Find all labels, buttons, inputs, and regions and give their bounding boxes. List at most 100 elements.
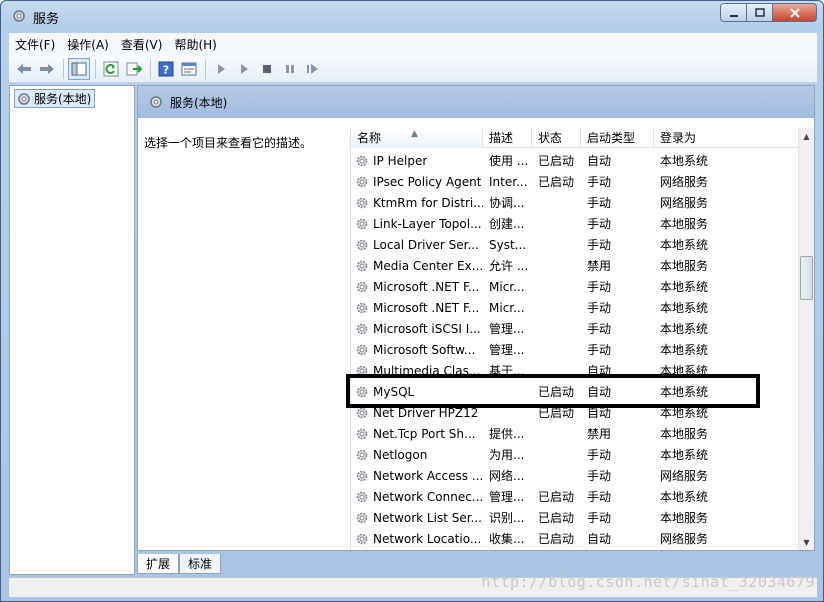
menu-action[interactable]: 操作(A) — [61, 36, 115, 53]
service-gear-icon — [356, 155, 368, 166]
service-name-cell: Link-Layer Topol... — [351, 217, 483, 231]
service-name-cell: Network Locatio... — [351, 532, 483, 546]
service-name-cell: Microsoft Softw... — [351, 343, 483, 357]
service-description: 基于... — [489, 364, 525, 378]
stop-service-icon[interactable] — [256, 58, 278, 80]
service-name-cell: KtmRm for Distri... — [351, 196, 483, 210]
service-startup-type: 手动 — [587, 511, 612, 525]
service-description: 收集... — [489, 532, 525, 546]
service-status: 已启动 — [538, 175, 575, 189]
scrollbar-thumb[interactable] — [800, 256, 813, 300]
service-name: Microsoft .NET F... — [373, 300, 480, 315]
column-header-status[interactable]: 状态 — [532, 128, 581, 148]
service-description: Syst... — [489, 237, 527, 252]
service-row[interactable]: Microsoft Softw... 管理... 手动 本地系统 — [351, 339, 799, 360]
service-row[interactable]: KtmRm for Distri... 协调... 手动 网络服务 — [351, 192, 799, 213]
service-row[interactable]: Local Driver Ser... Syst... 手动 本地系统 — [351, 234, 799, 255]
service-name-cell: IPsec Policy Agent — [351, 175, 483, 189]
service-name-cell: Microsoft iSCSI I... — [351, 322, 483, 336]
service-startup-type: 自动 — [587, 385, 612, 399]
service-log-on-as: 本地系统 — [660, 406, 709, 420]
window-title: 服务 — [33, 12, 60, 27]
service-startup-type: 手动 — [587, 322, 612, 336]
properties-icon[interactable] — [178, 58, 200, 80]
service-row[interactable]: Multimedia Clas... 基于... 自动 本地系统 — [351, 360, 799, 381]
minimize-button[interactable] — [720, 3, 747, 22]
service-name: MySQL — [373, 384, 415, 399]
service-row[interactable]: Netlogon 为用... 手动 本地系统 — [351, 444, 799, 465]
vertical-scrollbar[interactable]: ▲ ▼ — [798, 128, 814, 550]
service-row[interactable]: Microsoft .NET F... Micr... 手动 本地系统 — [351, 297, 799, 318]
service-gear-icon — [356, 344, 368, 355]
service-gear-icon — [356, 533, 368, 544]
service-row[interactable]: Network Locatio... 收集... 已启动 自动 网络服务 — [351, 528, 799, 549]
column-header-name[interactable]: ▲ 名称 — [351, 128, 483, 148]
service-row[interactable]: Network Connec... 管理... 已启动 手动 本地系统 — [351, 486, 799, 507]
service-row[interactable]: Link-Layer Topol... 创建... 手动 本地服务 — [351, 213, 799, 234]
tab-extended[interactable]: 扩展 — [137, 554, 180, 574]
service-startup-type: 禁用 — [587, 259, 612, 273]
service-row[interactable]: Microsoft iSCSI I... 管理... 手动 本地系统 — [351, 318, 799, 339]
service-name: Net Driver HPZ12 — [373, 405, 479, 420]
restart-service-icon[interactable] — [302, 58, 324, 80]
help-icon[interactable]: ? — [155, 58, 177, 80]
close-button[interactable] — [773, 3, 817, 22]
view-tabs: 扩展 标准 — [137, 552, 222, 574]
service-startup-type: 自动 — [587, 364, 612, 378]
menu-file[interactable]: 文件(F) — [9, 36, 61, 53]
pause-service-icon[interactable] — [279, 58, 301, 80]
service-startup-type: 手动 — [587, 448, 612, 462]
content-header: 服务(本地) — [138, 86, 814, 118]
column-header-description[interactable]: 描述 — [483, 128, 532, 148]
menu-bar: 文件(F) 操作(A) 查看(V) 帮助(H) — [9, 33, 817, 55]
service-row[interactable]: Network Access ... 网络... 手动 网络服务 — [351, 465, 799, 486]
service-name-cell: IP Helper — [351, 154, 483, 168]
menu-view[interactable]: 查看(V) — [115, 36, 169, 53]
service-log-on-as: 本地系统 — [660, 301, 709, 315]
service-name: Netlogon — [373, 447, 428, 462]
tab-standard[interactable]: 标准 — [179, 554, 222, 574]
back-arrow-icon[interactable] — [13, 58, 35, 80]
scroll-down-icon[interactable]: ▼ — [799, 534, 814, 550]
export-list-icon[interactable] — [123, 58, 145, 80]
maximize-button[interactable] — [747, 3, 773, 22]
service-description: 管理... — [489, 490, 525, 504]
services-pane: 服务(本地) 选择一个项目来查看它的描述。 ▲ 名称 描述 状态 启动类型 登录… — [137, 85, 815, 551]
service-startup-type: 手动 — [587, 196, 612, 210]
service-row[interactable]: Media Center Ex... 允许 ... 禁用 本地服务 — [351, 255, 799, 276]
column-header-startup-type[interactable]: 启动类型 — [581, 128, 654, 148]
service-name: Network Access ... — [373, 468, 483, 483]
service-row[interactable]: Microsoft .NET F... Micr... 手动 本地系统 — [351, 276, 799, 297]
service-name-cell: Network Access ... — [351, 469, 483, 483]
service-description: 使用 ... — [489, 154, 529, 168]
service-row[interactable]: Net.Tcp Port Sh... 提供... 禁用 本地服务 — [351, 423, 799, 444]
service-description: 为用... — [489, 448, 525, 462]
service-row[interactable]: Network List Ser... 识别... 已启动 手动 本地服务 — [351, 507, 799, 528]
refresh-icon[interactable] — [100, 58, 122, 80]
sort-ascending-icon: ▲ — [411, 129, 418, 139]
service-description: 管理... — [489, 343, 525, 357]
service-name: Link-Layer Topol... — [373, 216, 482, 231]
service-log-on-as: 本地系统 — [660, 385, 709, 399]
show-hide-tree-icon[interactable] — [68, 57, 90, 80]
service-row[interactable]: MySQL 已启动 自动 本地系统 — [351, 381, 799, 402]
tree-item-services-local[interactable]: 服务(本地) — [14, 89, 96, 108]
column-header-log-on-as[interactable]: 登录为 — [654, 128, 799, 148]
title-bar[interactable]: 服务 — [1, 1, 823, 31]
service-row[interactable]: Net Driver HPZ12 已启动 自动 本地系统 — [351, 402, 799, 423]
service-log-on-as: 本地服务 — [660, 259, 709, 273]
service-name-cell: Microsoft .NET F... — [351, 301, 483, 315]
column-header-name-label: 名称 — [357, 131, 382, 145]
toolbar-separator — [205, 58, 206, 79]
service-row[interactable]: IP Helper 使用 ... 已启动 自动 本地系统 — [351, 150, 799, 171]
start-service-icon[interactable] — [210, 58, 232, 80]
menu-help[interactable]: 帮助(H) — [168, 36, 222, 53]
forward-arrow-icon[interactable] — [36, 58, 58, 80]
service-startup-type: 自动 — [587, 532, 612, 546]
service-log-on-as: 本地系统 — [660, 238, 709, 252]
service-name: Network Locatio... — [373, 531, 482, 546]
service-row[interactable]: IPsec Policy Agent Inter... 已启动 手动 网络服务 — [351, 171, 799, 192]
start-service-alt-icon[interactable] — [233, 58, 255, 80]
watermark-text: http://blog.csdn.net/sinat_32034679 — [481, 573, 815, 591]
scroll-up-icon[interactable]: ▲ — [799, 128, 814, 144]
